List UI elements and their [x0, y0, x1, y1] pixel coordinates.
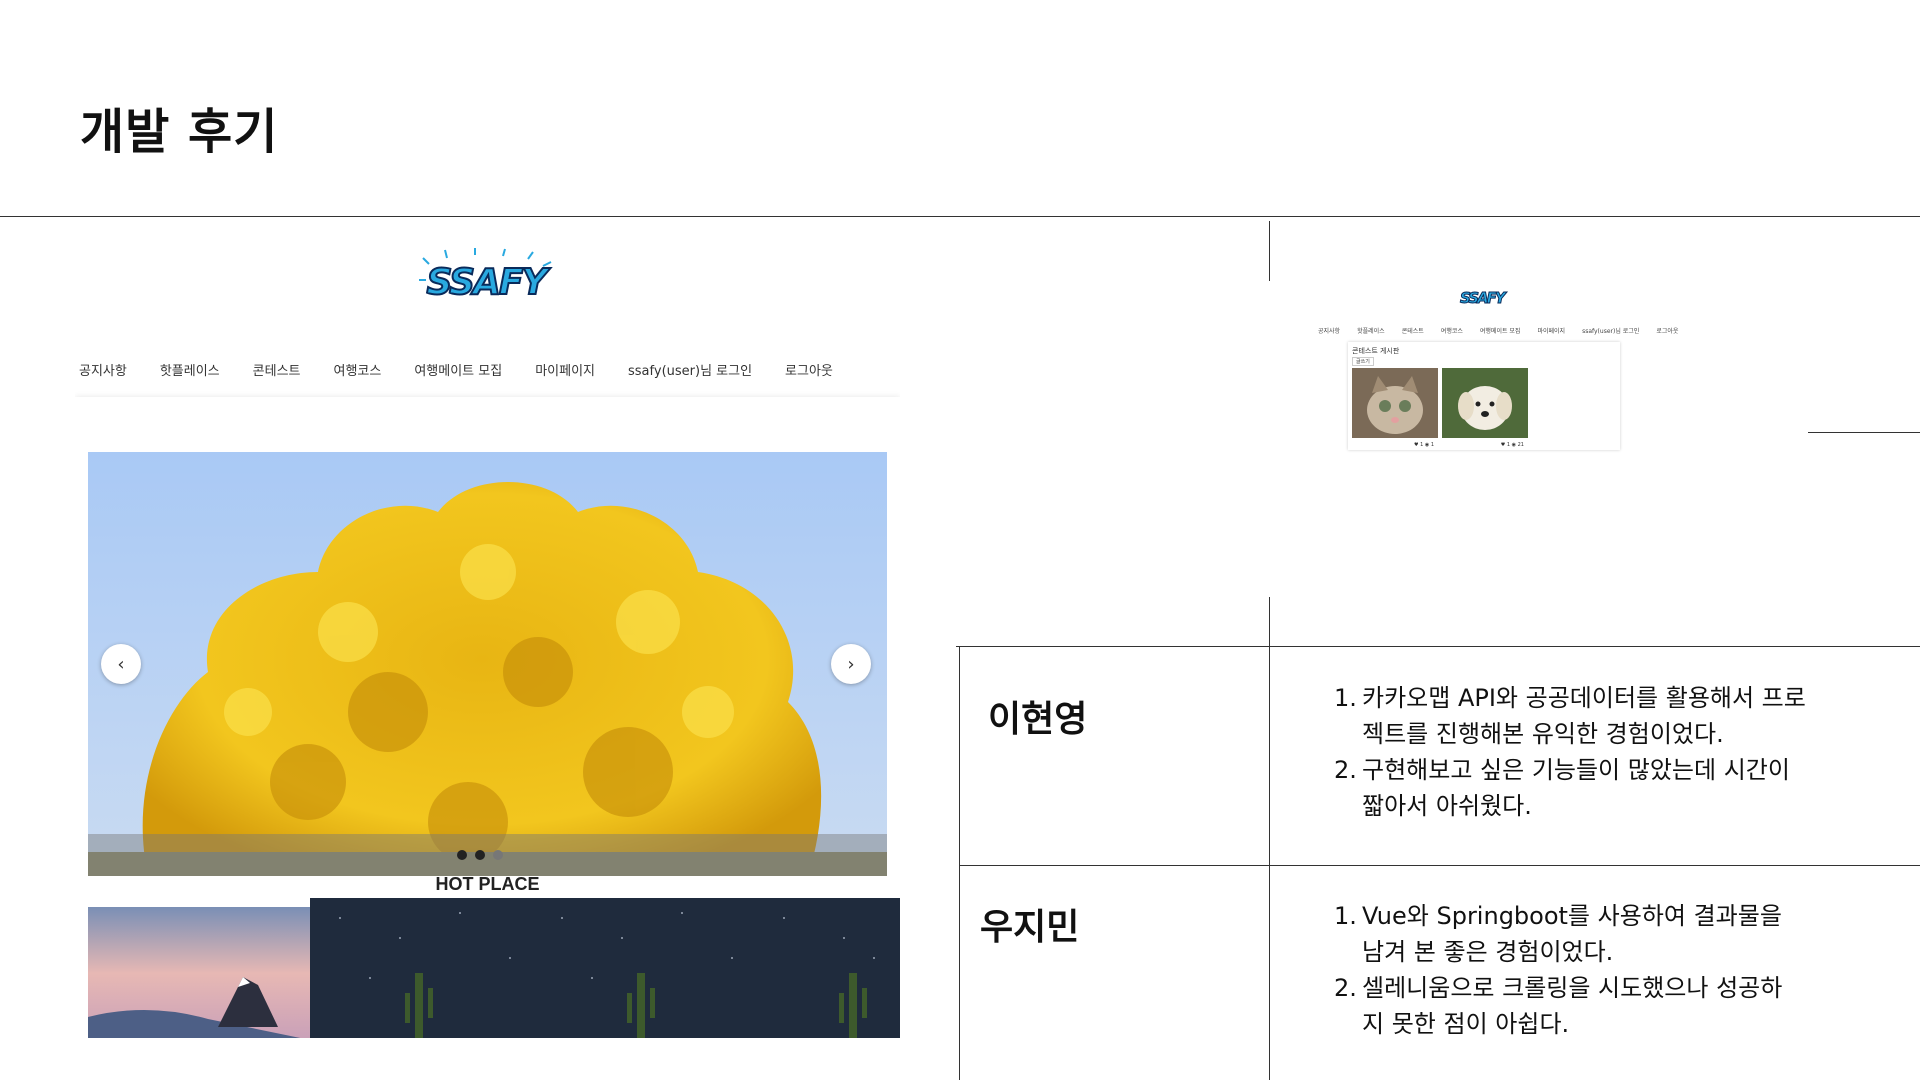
board-title: 콘테스트 게시판	[1352, 347, 1400, 355]
review-item-text: 셀레니움으로 크롤링을 시도했으나 성공하 지 못한 점이 아쉽다.	[1362, 970, 1782, 1042]
cactus-night-image	[754, 898, 900, 1038]
table-top-border	[956, 646, 1920, 647]
main-screenshot: SSAFY 공지사항 핫플레이스 콘테스트 여행코스 여행메이트 모집 마이페이…	[75, 232, 900, 1038]
write-button[interactable]: 글쓰기	[1352, 357, 1374, 366]
thumb-mountain[interactable]	[88, 907, 310, 1038]
thumb-cactus-3[interactable]	[754, 898, 900, 1038]
review-line: 셀레니움으로 크롤링을 시도했으나 성공하	[1362, 974, 1783, 1002]
logo-text: SSAFY	[425, 261, 548, 304]
carousel-next-button[interactable]: ›	[831, 644, 871, 684]
contest-board-card: 콘테스트 게시판 글쓰기 ♥ 1 ◉ 1 ♥ 1 ◉ 21	[1348, 342, 1620, 450]
main-nav: 공지사항 핫플레이스 콘테스트 여행코스 여행메이트 모집 마이페이지 ssaf…	[79, 360, 833, 379]
small-nav-mypage[interactable]: 마이페이지	[1537, 326, 1565, 335]
nav-item-logout[interactable]: 로그아웃	[785, 360, 833, 379]
contest-card-cat[interactable]: ♥ 1 ◉ 1	[1352, 368, 1438, 448]
content-card: ‹ › HOT PLACE	[75, 397, 900, 1038]
cat-likes: 1	[1420, 442, 1424, 448]
review-item-text: Vue와 Springboot를 사용하여 결과물을 남겨 본 좋은 경험이었다…	[1362, 898, 1782, 970]
contest-screenshot: SSAFY 공지사항 핫플레이스 콘테스트 여행코스 여행메이트 모집 마이페이…	[1270, 282, 1807, 596]
review-item-number: 1.	[1334, 684, 1357, 712]
review-1-item-2: 2. 구현해보고 싶은 기능들이 많았는데 시간이 짧아서 아쉬웠다.	[1334, 752, 1806, 824]
header-divider	[0, 216, 1920, 217]
slide-title: 개발 후기	[80, 104, 279, 160]
nav-item-notice[interactable]: 공지사항	[79, 360, 127, 379]
nav-item-mate[interactable]: 여행메이트 모집	[414, 360, 502, 379]
eye-icon: ◉	[1511, 442, 1517, 448]
small-nav-course[interactable]: 여행코스	[1441, 326, 1463, 335]
small-ssafy-logo[interactable]: SSAFY	[1460, 288, 1507, 308]
chevron-right-icon: ›	[847, 653, 855, 675]
eye-icon: ◉	[1424, 442, 1430, 448]
review-line: 구현해보고 싶은 기능들이 많았는데 시간이	[1362, 756, 1790, 784]
nav-item-hotplace[interactable]: 핫플레이스	[160, 360, 220, 379]
review-line: 짧아서 아쉬웠다.	[1362, 792, 1532, 820]
carousel-dot-1[interactable]	[457, 850, 467, 860]
review-list-2: 1. Vue와 Springboot를 사용하여 결과물을 남겨 본 좋은 경험…	[1334, 898, 1782, 1042]
reviewer-name-2: 우지민	[980, 907, 1080, 948]
cactus-night-image	[310, 898, 532, 1038]
carousel-prev-button[interactable]: ‹	[101, 644, 141, 684]
contest-card-puppy[interactable]: ♥ 1 ◉ 21	[1442, 368, 1528, 448]
carousel-dot-2[interactable]	[475, 850, 485, 860]
cat-image	[1352, 368, 1438, 438]
thumb-cactus-2[interactable]	[532, 898, 754, 1038]
table-left-border	[959, 646, 960, 1080]
puppy-image	[1442, 368, 1528, 438]
small-nav-login-user[interactable]: ssafy(user)님 로그인	[1582, 326, 1639, 335]
cactus-night-image	[532, 898, 754, 1038]
hot-place-title: HOT PLACE	[435, 874, 540, 894]
review-item-text: 카카오맵 API와 공공데이터를 활용해서 프로 젝트를 진행해본 유익한 경험…	[1362, 680, 1806, 752]
nav-item-login-user[interactable]: ssafy(user)님 로그인	[628, 360, 752, 379]
ssafy-logo[interactable]: SSAFY	[415, 246, 557, 306]
review-1-item-1: 1. 카카오맵 API와 공공데이터를 활용해서 프로 젝트를 진행해본 유익한…	[1334, 680, 1806, 752]
table-row-divider	[959, 865, 1920, 866]
review-list-1: 1. 카카오맵 API와 공공데이터를 활용해서 프로 젝트를 진행해본 유익한…	[1334, 680, 1806, 824]
heart-icon: ♥	[1500, 442, 1506, 448]
hero-carousel[interactable]: ‹ ›	[88, 452, 887, 876]
ginkgo-tree-image	[88, 452, 887, 876]
nav-item-course[interactable]: 여행코스	[334, 360, 382, 379]
review-item-number: 2.	[1334, 974, 1357, 1002]
chevron-left-icon: ‹	[117, 653, 125, 675]
carousel-dot-3[interactable]	[493, 850, 503, 860]
small-nav-hotplace[interactable]: 핫플레이스	[1357, 326, 1385, 335]
cat-card-stats: ♥ 1 ◉ 1	[1352, 442, 1438, 448]
reviewer-name-1: 이현영	[988, 699, 1088, 740]
review-2-item-1: 1. Vue와 Springboot를 사용하여 결과물을 남겨 본 좋은 경험…	[1334, 898, 1782, 970]
hot-place-thumbnails	[88, 898, 900, 1038]
nav-item-mypage[interactable]: 마이페이지	[535, 360, 595, 379]
small-nav-logout[interactable]: 로그아웃	[1656, 326, 1678, 335]
small-nav-mate[interactable]: 여행메이트 모집	[1480, 326, 1521, 335]
right-stub-line	[1808, 432, 1920, 433]
review-item-number: 2.	[1334, 756, 1357, 784]
puppy-views: 21	[1517, 442, 1524, 448]
heart-icon: ♥	[1413, 442, 1419, 448]
review-item-text: 구현해보고 싶은 기능들이 많았는데 시간이 짧아서 아쉬웠다.	[1362, 752, 1790, 824]
small-nav-contest[interactable]: 콘테스트	[1402, 326, 1424, 335]
review-line: 남겨 본 좋은 경험이었다.	[1362, 938, 1614, 966]
carousel-indicator-bar	[88, 834, 887, 876]
column-divider-bottom	[1269, 597, 1270, 1080]
review-line: 젝트를 진행해본 유익한 경험이었다.	[1362, 720, 1724, 748]
puppy-likes: 1	[1506, 442, 1511, 448]
review-item-number: 1.	[1334, 902, 1357, 930]
small-nav-notice[interactable]: 공지사항	[1318, 326, 1340, 335]
thumb-cactus-1[interactable]	[310, 898, 532, 1038]
review-line: 지 못한 점이 아쉽다.	[1362, 1010, 1570, 1038]
mountain-image	[88, 907, 310, 1038]
review-2-item-2: 2. 셀레니움으로 크롤링을 시도했으나 성공하 지 못한 점이 아쉽다.	[1334, 970, 1782, 1042]
small-nav: 공지사항 핫플레이스 콘테스트 여행코스 여행메이트 모집 마이페이지 ssaf…	[1318, 326, 1695, 335]
small-logo-text: SSAFY	[1460, 289, 1507, 308]
review-line: 카카오맵 API와 공공데이터를 활용해서 프로	[1362, 684, 1806, 712]
puppy-card-stats: ♥ 1 ◉ 21	[1442, 442, 1528, 448]
review-line: Vue와 Springboot를 사용하여 결과물을	[1362, 902, 1782, 930]
nav-item-contest[interactable]: 콘테스트	[253, 360, 301, 379]
cat-views: 1	[1430, 442, 1434, 448]
column-divider-top	[1269, 221, 1270, 281]
